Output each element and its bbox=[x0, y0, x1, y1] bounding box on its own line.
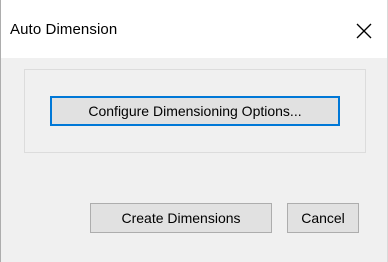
close-button[interactable] bbox=[345, 11, 383, 51]
title-bar: Auto Dimension bbox=[1, 0, 387, 58]
cancel-button[interactable]: Cancel bbox=[287, 203, 359, 233]
dialog-title: Auto Dimension bbox=[10, 21, 118, 38]
close-icon bbox=[356, 23, 372, 39]
auto-dimension-dialog: Auto Dimension Configure Dimensioning Op… bbox=[0, 0, 388, 262]
configure-dimensioning-options-button[interactable]: Configure Dimensioning Options... bbox=[50, 96, 340, 126]
create-dimensions-button[interactable]: Create Dimensions bbox=[90, 203, 272, 233]
